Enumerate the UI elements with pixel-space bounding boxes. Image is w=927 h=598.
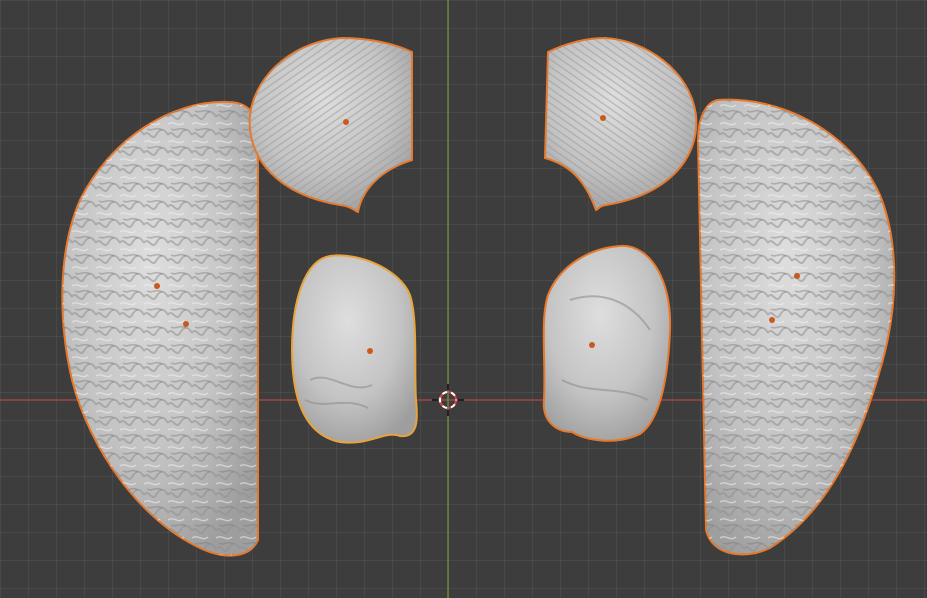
right-cerebral-hemisphere[interactable] [696, 98, 896, 556]
object-origin-dot [183, 321, 189, 327]
object-origin-dot [794, 273, 800, 279]
right-cerebellum-half[interactable] [543, 36, 698, 212]
object-origin-dot [769, 317, 775, 323]
object-origin-dot [589, 342, 595, 348]
viewport-scene[interactable] [0, 0, 927, 598]
object-origin-dot [367, 348, 373, 354]
object-origin-dot [343, 119, 349, 125]
right-brainstem-segment[interactable] [542, 244, 672, 442]
left-cerebral-hemisphere[interactable] [61, 100, 259, 557]
left-cerebellum-half[interactable] [248, 36, 413, 214]
object-origin-dot [600, 115, 606, 121]
3d-viewport[interactable] [0, 0, 927, 598]
left-brainstem-segment[interactable] [290, 254, 418, 444]
object-origin-dot [154, 283, 160, 289]
